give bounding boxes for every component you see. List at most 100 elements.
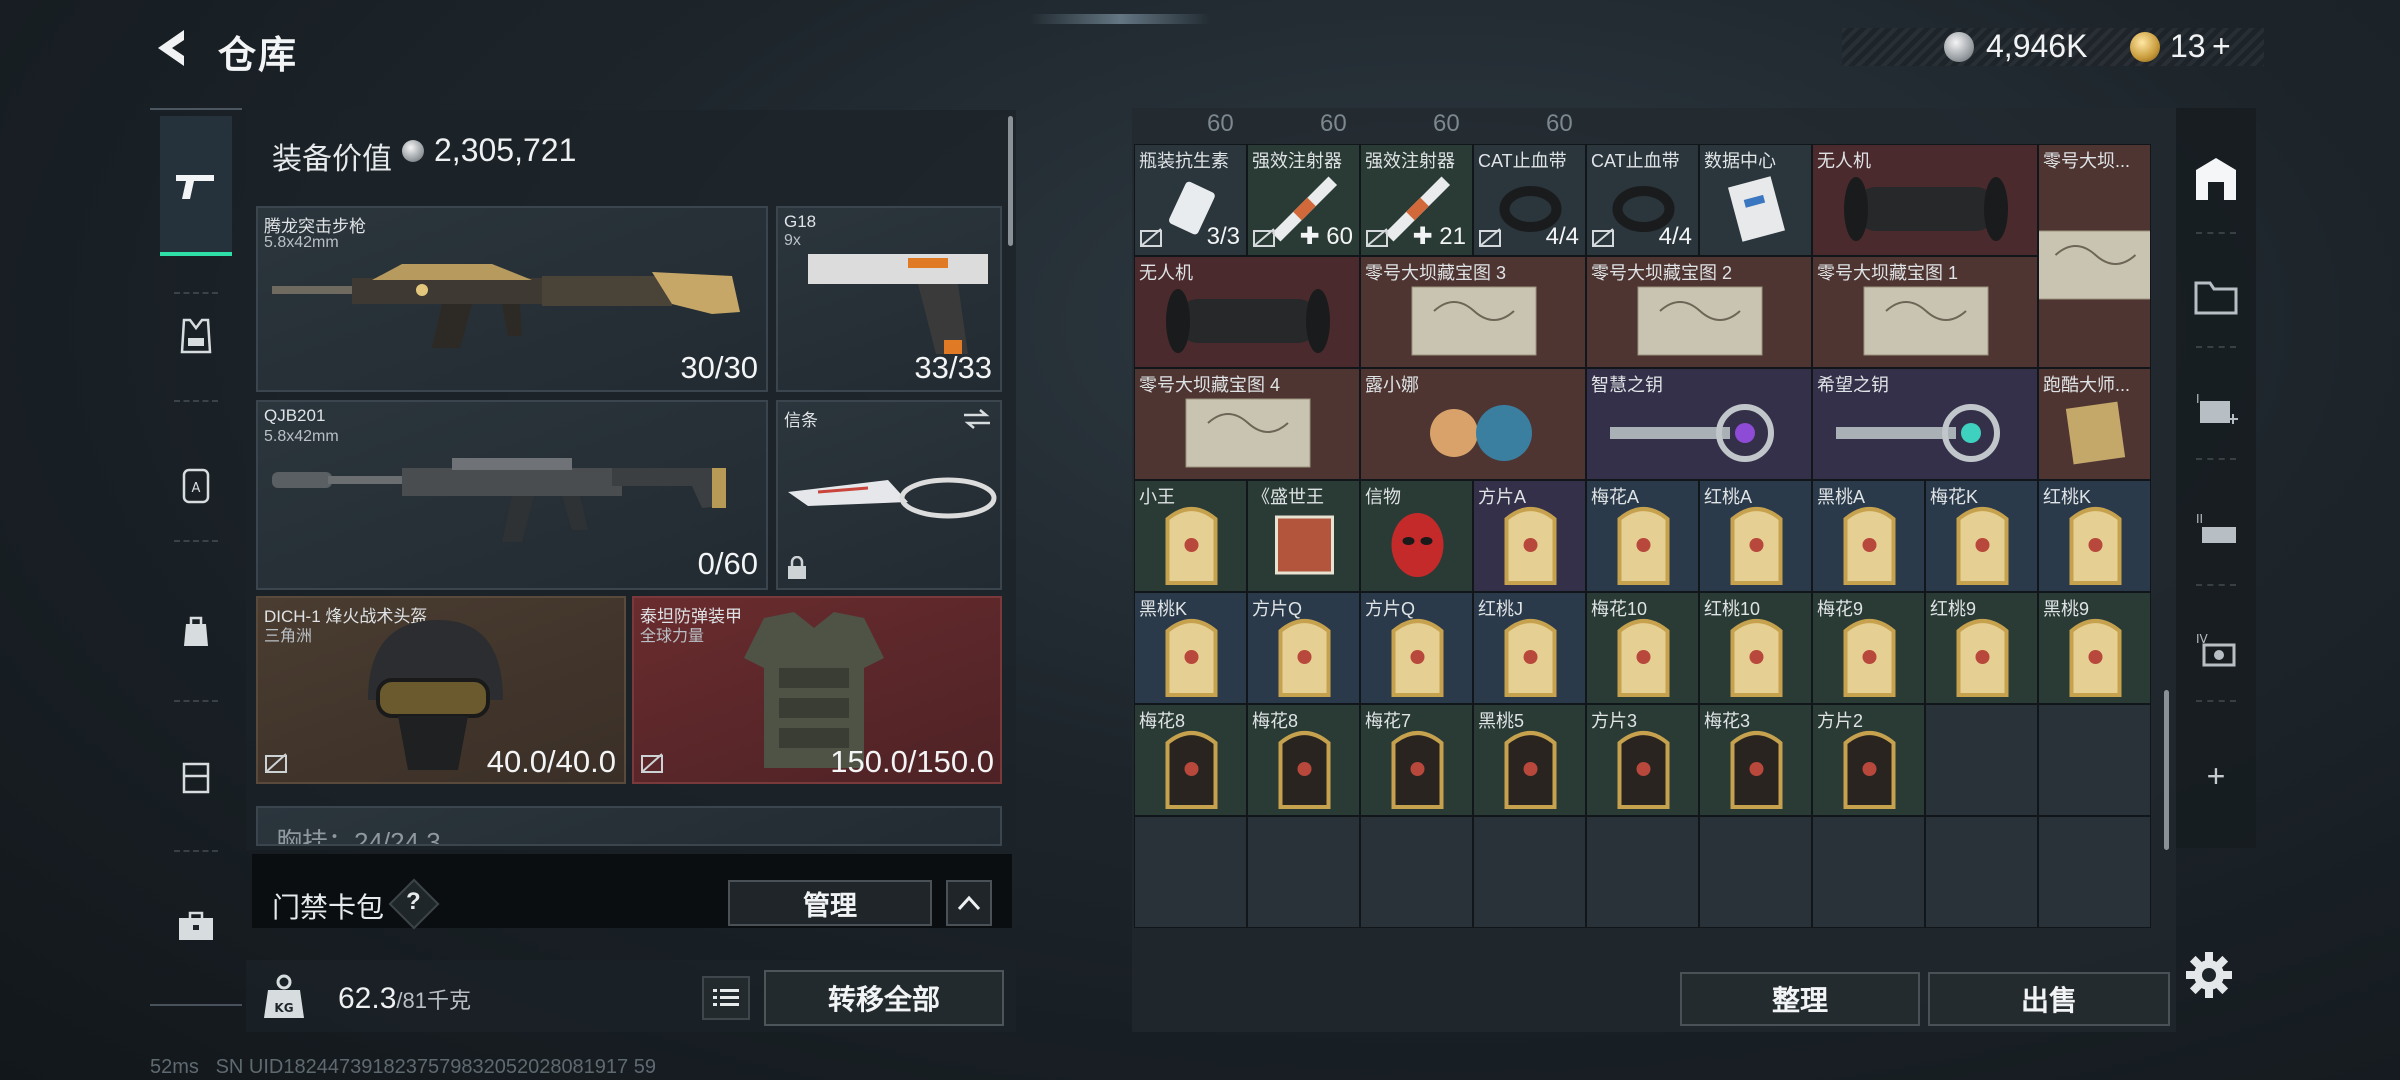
nav-backpack-tab[interactable]: A bbox=[160, 448, 232, 520]
help-icon[interactable]: ? bbox=[406, 888, 421, 916]
inventory-item[interactable]: 露小娜 bbox=[1360, 368, 1586, 480]
svg-text:KG: KG bbox=[274, 1001, 293, 1015]
inventory-item[interactable]: 黑桃9 bbox=[2038, 592, 2151, 704]
empty-cell[interactable] bbox=[1473, 816, 1586, 928]
inventory-item[interactable]: 红桃A bbox=[1699, 480, 1812, 592]
manage-button[interactable]: 管理 bbox=[728, 880, 932, 926]
inventory-item[interactable]: 方片3 bbox=[1586, 704, 1699, 816]
inventory-item[interactable]: 梅花K bbox=[1925, 480, 2038, 592]
nav-bag-tab[interactable] bbox=[160, 594, 232, 666]
inventory-item[interactable]: 零号大坝藏宝图 2 bbox=[1586, 256, 1812, 368]
inventory-item[interactable]: 方片A bbox=[1473, 480, 1586, 592]
inventory-item[interactable]: 黑桃A bbox=[1812, 480, 1925, 592]
nav-vest-tab[interactable] bbox=[160, 300, 232, 372]
expand-button[interactable] bbox=[946, 880, 992, 926]
sell-button[interactable]: 出售 bbox=[1928, 972, 2170, 1026]
inventory-item[interactable]: CAT止血带 4/4 bbox=[1586, 144, 1699, 256]
inventory-item[interactable]: 红桃10 bbox=[1699, 592, 1812, 704]
inventory-item[interactable]: 无人机 bbox=[1812, 144, 2038, 256]
inventory-item[interactable]: 无人机 bbox=[1134, 256, 1360, 368]
item-label: 梅花8 bbox=[1139, 711, 1186, 731]
nav-case-tab[interactable] bbox=[160, 890, 232, 962]
stash-2-icon: II bbox=[2196, 512, 2236, 543]
melee-slot[interactable]: 信条 bbox=[776, 400, 1002, 590]
inventory-item[interactable]: 梅花10 bbox=[1586, 592, 1699, 704]
storage-tab-1[interactable]: I bbox=[2186, 380, 2246, 440]
item-label: 跑酷大师... bbox=[2043, 375, 2131, 395]
inventory-item[interactable]: 零号大坝藏宝图 3 bbox=[1360, 256, 1586, 368]
storage-tab-2[interactable]: II bbox=[2186, 500, 2246, 560]
inventory-item[interactable]: 梅花A bbox=[1586, 480, 1699, 592]
inventory-item[interactable]: 小王 bbox=[1134, 480, 1247, 592]
equipment-scrollbar[interactable] bbox=[1008, 116, 1013, 246]
add-storage-button[interactable]: + bbox=[2186, 746, 2246, 806]
inventory-item[interactable]: 梅花7 bbox=[1360, 704, 1473, 816]
back-arrow-icon[interactable] bbox=[150, 26, 192, 70]
inventory-item[interactable]: 强效注射器 ✚ 60 bbox=[1247, 144, 1360, 256]
settings-gear-icon[interactable] bbox=[2184, 950, 2234, 1000]
inventory-item[interactable]: 瓶装抗生素 3/3 bbox=[1134, 144, 1247, 256]
inventory-item[interactable]: 方片Q bbox=[1247, 592, 1360, 704]
inventory-item[interactable]: 梅花9 bbox=[1812, 592, 1925, 704]
empty-cell[interactable] bbox=[2038, 704, 2151, 816]
inventory-item[interactable]: 《盛世王 bbox=[1247, 480, 1360, 592]
secondary-weapon-slot[interactable]: QJB201 5.8x42mm 0/60 bbox=[256, 400, 768, 590]
inventory-scrollbar[interactable] bbox=[2164, 690, 2169, 850]
inventory-item[interactable]: 黑桃K bbox=[1134, 592, 1247, 704]
inventory-item[interactable]: 黑桃5 bbox=[1473, 704, 1586, 816]
empty-cell[interactable] bbox=[1134, 816, 1247, 928]
nav-weapon-tab[interactable] bbox=[160, 150, 232, 222]
inventory-item[interactable]: 梅花8 bbox=[1247, 704, 1360, 816]
inventory-item[interactable]: 方片Q bbox=[1360, 592, 1473, 704]
chest-rig-slot[interactable]: 胸挂：24/24.3 bbox=[256, 806, 1002, 846]
inventory-item[interactable]: 强效注射器 ✚ 21 bbox=[1360, 144, 1473, 256]
empty-cell[interactable] bbox=[1247, 816, 1360, 928]
item-label: 黑桃9 bbox=[2043, 599, 2090, 619]
sidearm-slot[interactable]: G18 9x 33/33 bbox=[776, 206, 1002, 392]
inventory-item[interactable]: CAT止血带 4/4 bbox=[1473, 144, 1586, 256]
nav-separator bbox=[2196, 700, 2236, 702]
list-view-button[interactable] bbox=[702, 976, 750, 1020]
gold-amount[interactable]: 13 bbox=[2170, 28, 2206, 65]
nav-container-tab[interactable] bbox=[160, 740, 232, 812]
inventory-item[interactable]: 零号大坝藏宝图 4 bbox=[1134, 368, 1360, 480]
empty-cell[interactable] bbox=[1699, 816, 1812, 928]
inventory-item[interactable]: 希望之钥 bbox=[1812, 368, 2038, 480]
primary-weapon-slot[interactable]: 腾龙突击步枪 5.8x42mm 30/30 bbox=[256, 206, 768, 392]
inventory-item[interactable]: 数据中心 bbox=[1699, 144, 1812, 256]
inventory-item[interactable]: 红桃J bbox=[1473, 592, 1586, 704]
gold-plus[interactable]: + bbox=[2212, 28, 2231, 65]
inventory-item[interactable]: 梅花8 bbox=[1134, 704, 1247, 816]
empty-cell[interactable] bbox=[2038, 816, 2151, 928]
item-label: 强效注射器 bbox=[1365, 151, 1455, 171]
no-repair-icon bbox=[1479, 228, 1501, 247]
cell-stack-count: 60 bbox=[1320, 110, 1347, 137]
empty-cell[interactable] bbox=[1925, 704, 2038, 816]
empty-cell[interactable] bbox=[1586, 816, 1699, 928]
inventory-item[interactable]: 红桃9 bbox=[1925, 592, 2038, 704]
swap-icon[interactable] bbox=[962, 408, 992, 430]
inventory-item[interactable]: 零号大坝... bbox=[2038, 144, 2151, 368]
inventory-item[interactable]: 跑酷大师... bbox=[2038, 368, 2151, 480]
inventory-item[interactable]: 信物 bbox=[1360, 480, 1473, 592]
inventory-item[interactable]: 零号大坝藏宝图 1 bbox=[1812, 256, 2038, 368]
item-label: 零号大坝藏宝图 3 bbox=[1365, 263, 1507, 283]
inventory-item[interactable]: 方片2 bbox=[1812, 704, 1925, 816]
inventory-item[interactable]: 梅花3 bbox=[1699, 704, 1812, 816]
empty-cell[interactable] bbox=[1925, 816, 2038, 928]
nav-separator bbox=[2196, 584, 2236, 586]
armor-slot[interactable]: 泰坦防弹装甲 全球力量 150.0/150.0 bbox=[632, 596, 1002, 784]
nav-separator bbox=[174, 292, 218, 294]
storage-tab-3[interactable]: IV bbox=[2186, 620, 2246, 680]
inventory-item[interactable]: 智慧之钥 bbox=[1586, 368, 1812, 480]
transfer-all-button[interactable]: 转移全部 bbox=[764, 970, 1004, 1026]
empty-cell[interactable] bbox=[1360, 816, 1473, 928]
item-label: 方片3 bbox=[1591, 711, 1638, 731]
equipment-value-amount: 2,305,721 bbox=[434, 132, 577, 168]
storage-tab-main[interactable] bbox=[2186, 148, 2246, 208]
empty-cell[interactable] bbox=[1812, 816, 1925, 928]
sort-button[interactable]: 整理 bbox=[1680, 972, 1920, 1026]
helmet-slot[interactable]: DICH-1 烽火战术头盔 三角洲 40.0/40.0 bbox=[256, 596, 626, 784]
storage-tab-folder[interactable] bbox=[2186, 266, 2246, 326]
inventory-item[interactable]: 红桃K bbox=[2038, 480, 2151, 592]
